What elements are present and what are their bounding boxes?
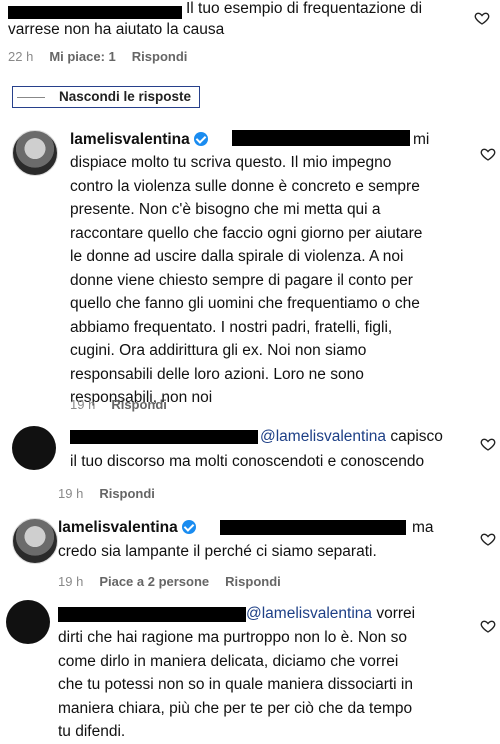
like-icon[interactable] [474,10,490,26]
reply-button[interactable]: Rispondi [111,397,167,412]
comment-time: 19 h [70,397,96,412]
comment-time: 19 h [58,486,84,501]
redacted-username [70,430,258,444]
comment-meta: 19 h Rispondi [58,486,171,501]
likes-count[interactable]: Piace a 2 persone [99,574,209,589]
hide-replies-button[interactable]: Nascondi le risposte [12,86,200,108]
username[interactable]: lamelisvalentina [70,131,190,148]
comment-line: che tu potessi non so in quale maniera d… [58,676,413,693]
verified-badge-icon [193,132,208,146]
mention-link[interactable]: @lamelisvalentina [260,428,386,445]
comment-header: lamelisvalentina [58,516,196,540]
comment-meta: 19 h Piace a 2 persone Rispondi [58,574,297,589]
comment-line: dispiace molto tu scriva questo. Il mio … [70,154,392,171]
comment-line: tu difendi. [58,723,126,740]
mention-link[interactable]: @lamelisvalentina [246,605,372,622]
comment-text-tail: vorrei [376,605,416,622]
comment-text-tail: capisco [390,428,443,445]
comment-line: cugini. Ora addirittura gli ex. Noi non … [70,342,367,359]
comment-header: lamelisvalentina [70,128,208,152]
hide-replies-label: Nascondi le risposte [59,89,192,104]
comment-text: ma [412,519,434,536]
avatar[interactable] [6,600,50,644]
comment-line: contro la violenza sulle donne è concret… [70,177,420,195]
comment-body: dispiace molto tu scriva questo. Il mio … [70,151,490,410]
comment-line: dirti che hai ragione ma purtroppo non l… [58,629,407,646]
redacted-username [58,607,246,622]
comment-line: presente. Non c'è bisogno che mi metta q… [70,201,381,218]
comment-text: mi [413,131,430,148]
comment-line: maniera chiara, più che per te per ciò c… [58,699,413,717]
comment-line: donne viene chiesto sempre di pagare il … [70,271,413,289]
comment-time: 19 h [58,574,84,589]
likes-count[interactable]: Mi piace: 1 [49,49,115,64]
comment-text: @lamelisvalentina capisco [260,425,443,449]
comment-meta: 19 h Rispondi [70,397,183,412]
like-icon[interactable] [480,531,496,547]
comment-time: 22 h [8,49,34,64]
divider-line [17,97,45,98]
comment-text: varrese non ha aiutato la causa [8,21,225,38]
like-icon[interactable] [480,436,496,452]
redacted-username [220,520,406,535]
comment-body: dirti che hai ragione ma purtroppo non l… [58,626,478,744]
comment-text: credo sia lampante il perché ci siamo se… [58,543,377,560]
comment-text: @lamelisvalentina vorrei [246,602,415,626]
comment-line: responsabili delle loro azioni. Loro ne … [70,365,364,383]
avatar[interactable] [12,426,56,470]
like-icon[interactable] [480,146,496,162]
username[interactable]: lamelisvalentina [58,519,178,536]
verified-badge-icon [181,520,196,534]
avatar[interactable] [12,518,58,564]
like-icon[interactable] [480,618,496,634]
avatar[interactable] [12,130,58,176]
comment-text: il tuo discorso ma molti conoscendoti e … [70,453,425,470]
comment-line: abbiamo frequentato. I nostri padri, fra… [70,318,393,336]
comment-meta: 22 h Mi piace: 1 Rispondi [8,49,203,64]
comment-line: come dirlo in maniera delicata, diciamo … [58,652,399,670]
reply-button[interactable]: Rispondi [225,574,281,589]
comment-line: quello che fanno gli uomini che frequent… [70,295,420,312]
comment-line: raccontare quello che faccio ogni giorno… [70,224,423,242]
redacted-username [232,130,410,146]
comment-line: le donne ad uscire dalla spirale di viol… [70,248,404,265]
reply-button[interactable]: Rispondi [132,49,188,64]
reply-button[interactable]: Rispondi [99,486,155,501]
